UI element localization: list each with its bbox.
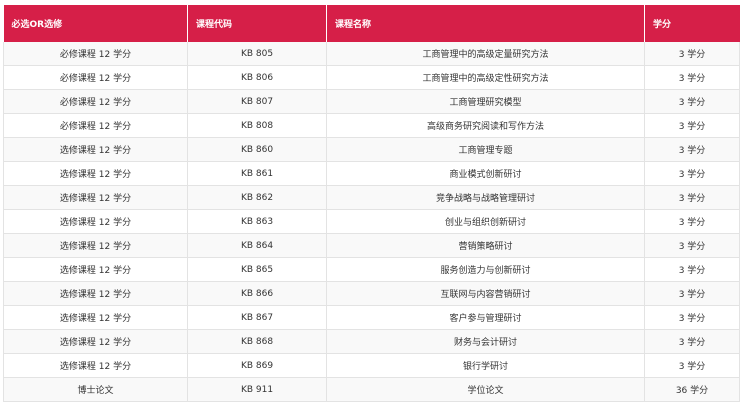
cell-credits: 3 学分 — [644, 305, 740, 330]
table-header-row: 必选OR选修 课程代码 课程名称 学分 — [3, 5, 740, 42]
cell-course-name: 学位论文 — [326, 377, 645, 402]
cell-required-or-elective: 选修课程 12 学分 — [3, 161, 188, 186]
cell-course-name: 工商管理中的高级定量研究方法 — [326, 42, 645, 66]
table-row: 必修课程 12 学分 KB 806 工商管理中的高级定性研究方法 3 学分 — [3, 65, 740, 90]
table-body: 必修课程 12 学分 KB 805 工商管理中的高级定量研究方法 3 学分 必修课程 1… — [3, 42, 740, 402]
cell-course-code: KB 806 — [187, 65, 327, 90]
cell-course-name: 竞争战略与战略管理研讨 — [326, 185, 645, 210]
cell-course-code: KB 864 — [187, 233, 327, 258]
cell-credits: 3 学分 — [644, 137, 740, 162]
course-table-container: 必选OR选修 课程代码 课程名称 学分 必修课程 12 学分 KB 805 工商管理… — [3, 5, 740, 407]
cell-course-code: KB 862 — [187, 185, 327, 210]
table-row: 选修课程 12 学分 KB 868 财务与会计研讨 3 学分 — [3, 329, 740, 354]
cell-credits: 3 学分 — [644, 42, 740, 66]
cell-course-code: KB 867 — [187, 305, 327, 330]
cell-credits: 3 学分 — [644, 65, 740, 90]
cell-course-code: KB 861 — [187, 161, 327, 186]
cell-required-or-elective: 博士论文 — [3, 377, 188, 402]
cell-course-name: 工商管理专题 — [326, 137, 645, 162]
table-row: 必修课程 12 学分 KB 808 高级商务研究阅读和写作方法 3 学分 — [3, 113, 740, 138]
table-row: 选修课程 12 学分 KB 863 创业与组织创新研讨 3 学分 — [3, 209, 740, 234]
cell-credits: 36 学分 — [644, 377, 740, 402]
cell-required-or-elective: 选修课程 12 学分 — [3, 329, 188, 354]
table-row: 选修课程 12 学分 KB 869 银行学研讨 3 学分 — [3, 353, 740, 378]
cell-required-or-elective: 选修课程 12 学分 — [3, 353, 188, 378]
cell-course-name: 互联网与内容营销研讨 — [326, 281, 645, 306]
cell-course-name: 工商管理中的高级定性研究方法 — [326, 65, 645, 90]
table-row: 选修课程 12 学分 KB 866 互联网与内容营销研讨 3 学分 — [3, 281, 740, 306]
cell-credits: 3 学分 — [644, 353, 740, 378]
table-row: 必修课程 12 学分 KB 805 工商管理中的高级定量研究方法 3 学分 — [3, 42, 740, 66]
cell-required-or-elective: 选修课程 12 学分 — [3, 185, 188, 210]
cell-course-name: 高级商务研究阅读和写作方法 — [326, 113, 645, 138]
table-row: 选修课程 12 学分 KB 862 竞争战略与战略管理研讨 3 学分 — [3, 185, 740, 210]
cell-required-or-elective: 必修课程 12 学分 — [3, 65, 188, 90]
header-course-code: 课程代码 — [187, 5, 327, 42]
cell-course-name: 服务创造力与创新研讨 — [326, 257, 645, 282]
cell-required-or-elective: 选修课程 12 学分 — [3, 257, 188, 282]
cell-credits: 3 学分 — [644, 281, 740, 306]
cell-course-code: KB 863 — [187, 209, 327, 234]
cell-course-code: KB 865 — [187, 257, 327, 282]
cell-credits: 3 学分 — [644, 89, 740, 114]
cell-course-name: 银行学研讨 — [326, 353, 645, 378]
cell-course-code: KB 807 — [187, 89, 327, 114]
cell-required-or-elective: 选修课程 12 学分 — [3, 281, 188, 306]
cell-course-code: KB 868 — [187, 329, 327, 354]
cell-course-name: 创业与组织创新研讨 — [326, 209, 645, 234]
header-course-name: 课程名称 — [326, 5, 645, 42]
cell-required-or-elective: 选修课程 12 学分 — [3, 233, 188, 258]
table-row: 选修课程 12 学分 KB 864 营销策略研讨 3 学分 — [3, 233, 740, 258]
cell-required-or-elective: 选修课程 12 学分 — [3, 305, 188, 330]
cell-course-code: KB 808 — [187, 113, 327, 138]
cell-course-code: KB 869 — [187, 353, 327, 378]
cell-credits: 3 学分 — [644, 233, 740, 258]
cell-credits: 3 学分 — [644, 113, 740, 138]
cell-credits: 3 学分 — [644, 209, 740, 234]
table-row: 选修课程 12 学分 KB 860 工商管理专题 3 学分 — [3, 137, 740, 162]
cell-course-code: KB 860 — [187, 137, 327, 162]
cell-credits: 3 学分 — [644, 185, 740, 210]
cell-required-or-elective: 选修课程 12 学分 — [3, 209, 188, 234]
cell-required-or-elective: 必修课程 12 学分 — [3, 42, 188, 66]
cell-credits: 3 学分 — [644, 161, 740, 186]
table-row: 选修课程 12 学分 KB 861 商业模式创新研讨 3 学分 — [3, 161, 740, 186]
cell-required-or-elective: 必修课程 12 学分 — [3, 89, 188, 114]
cell-required-or-elective: 选修课程 12 学分 — [3, 137, 188, 162]
table-row: 博士论文 KB 911 学位论文 36 学分 — [3, 377, 740, 402]
cell-credits: 3 学分 — [644, 257, 740, 282]
course-table: 必选OR选修 课程代码 课程名称 学分 必修课程 12 学分 KB 805 工商管理… — [3, 5, 740, 402]
cell-course-name: 营销策略研讨 — [326, 233, 645, 258]
cell-credits: 3 学分 — [644, 329, 740, 354]
cell-course-name: 财务与会计研讨 — [326, 329, 645, 354]
cell-course-name: 客户参与管理研讨 — [326, 305, 645, 330]
cell-required-or-elective: 必修课程 12 学分 — [3, 113, 188, 138]
cell-course-code: KB 805 — [187, 42, 327, 66]
table-row: 选修课程 12 学分 KB 865 服务创造力与创新研讨 3 学分 — [3, 257, 740, 282]
cell-course-name: 商业模式创新研讨 — [326, 161, 645, 186]
header-credits: 学分 — [644, 5, 740, 42]
cell-course-name: 工商管理研究模型 — [326, 89, 645, 114]
header-required-or-elective: 必选OR选修 — [3, 5, 188, 42]
cell-course-code: KB 866 — [187, 281, 327, 306]
cell-course-code: KB 911 — [187, 377, 327, 402]
table-row: 必修课程 12 学分 KB 807 工商管理研究模型 3 学分 — [3, 89, 740, 114]
table-row: 选修课程 12 学分 KB 867 客户参与管理研讨 3 学分 — [3, 305, 740, 330]
